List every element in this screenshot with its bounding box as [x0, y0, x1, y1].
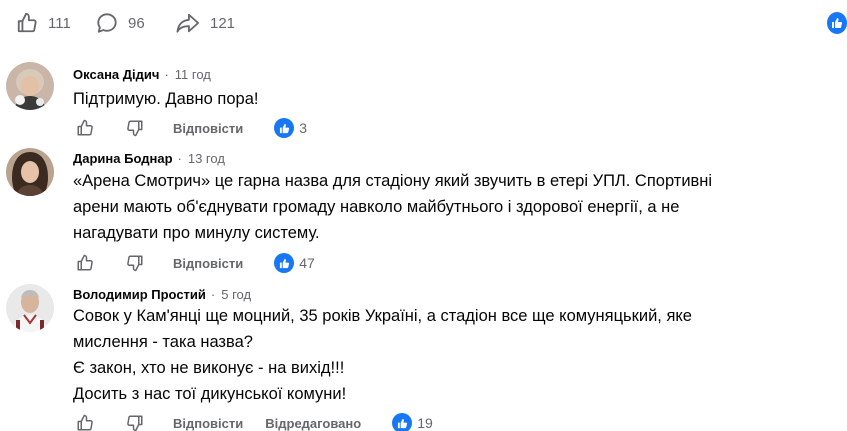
comment-line: Є закон, хто не виконує - на вихід!!!: [73, 359, 345, 377]
comment-author[interactable]: Володимир Простий: [73, 287, 206, 302]
comment-author[interactable]: Дарина Боднар: [73, 151, 173, 166]
comment-author[interactable]: Оксана Дідич: [73, 67, 159, 82]
share-count: 121: [210, 14, 236, 32]
comment-line: нагадувати про минулу систему.: [73, 224, 320, 242]
like-reaction-icon: [274, 253, 295, 273]
like-reaction-icon: [827, 12, 847, 34]
thumbs-up-icon: [16, 12, 38, 34]
reaction-count: 19: [417, 415, 433, 431]
share-arrow-icon: [176, 12, 200, 34]
like-button[interactable]: 111: [16, 10, 71, 36]
share-button[interactable]: 121: [176, 10, 235, 36]
comment-text: Підтримую. Давно пора!: [73, 86, 813, 112]
comment-time[interactable]: 5 год: [221, 287, 251, 302]
reaction-count: 47: [299, 255, 315, 271]
comment-line: арени мають об'єднувати громаду навколо …: [73, 198, 680, 216]
avatar[interactable]: [6, 148, 54, 196]
reaction-summary[interactable]: 47: [274, 253, 315, 273]
avatar[interactable]: [6, 284, 54, 332]
comment-item: Дарина Боднар · 13 год «Арена Смотрич» ц…: [0, 144, 847, 276]
like-reaction-icon: [392, 413, 413, 431]
reaction-count: 3: [299, 120, 308, 136]
like-count: 111: [48, 14, 71, 32]
reaction-summary[interactable]: 19: [392, 413, 433, 431]
comment-time[interactable]: 13 год: [188, 151, 225, 166]
comment-line: Досить з нас тої дикунської комуни!: [73, 385, 347, 403]
comment-button[interactable]: 96: [96, 10, 145, 36]
speech-bubble-icon: [96, 12, 118, 34]
edited-label[interactable]: Відредаговано: [265, 416, 361, 431]
avatar[interactable]: [6, 62, 54, 110]
thumbs-down-icon[interactable]: [123, 411, 147, 431]
comment-item: Володимир Простий · 5 год Совок у Кам'ян…: [0, 280, 847, 431]
comment-actions: Відповісти 3: [73, 116, 307, 140]
thumbs-up-icon[interactable]: [73, 411, 97, 431]
comment-actions: Відповісти Відредаговано 19: [73, 411, 433, 431]
separator-dot: ·: [177, 151, 182, 166]
reply-button[interactable]: Відповісти: [173, 416, 243, 431]
comment-time[interactable]: 11 год: [175, 67, 211, 82]
reaction-summary[interactable]: 3: [274, 118, 307, 138]
comment-count: 96: [128, 14, 145, 32]
thumbs-down-icon[interactable]: [123, 251, 147, 275]
separator-dot: ·: [210, 287, 216, 302]
comment-actions: Відповісти 47: [73, 251, 315, 275]
thumbs-up-icon[interactable]: [73, 251, 97, 275]
comment-line: «Арена Смотрич» це гарна назва для стаді…: [73, 172, 713, 190]
reply-button[interactable]: Відповісти: [173, 256, 243, 271]
separator-dot: ·: [164, 67, 169, 82]
comment-line: Совок у Кам'янці ще моцний, 35 років Укр…: [73, 307, 692, 325]
comment-item: Оксана Дідич · 11 год Підтримую. Давно п…: [0, 58, 847, 140]
thumbs-up-icon[interactable]: [73, 116, 97, 140]
comment-line: мислення - така назва?: [73, 333, 253, 351]
reply-button[interactable]: Відповісти: [173, 121, 243, 136]
thumbs-down-icon[interactable]: [123, 116, 147, 140]
like-reaction-icon: [274, 118, 295, 138]
comment-line: Підтримую. Давно пора!: [73, 90, 259, 108]
post-actions-bar: 111 96 121: [0, 0, 847, 46]
comment-text: «Арена Смотрич» це гарна назва для стаді…: [73, 168, 813, 246]
comment-text: Совок у Кам'янці ще моцний, 35 років Укр…: [73, 303, 813, 407]
